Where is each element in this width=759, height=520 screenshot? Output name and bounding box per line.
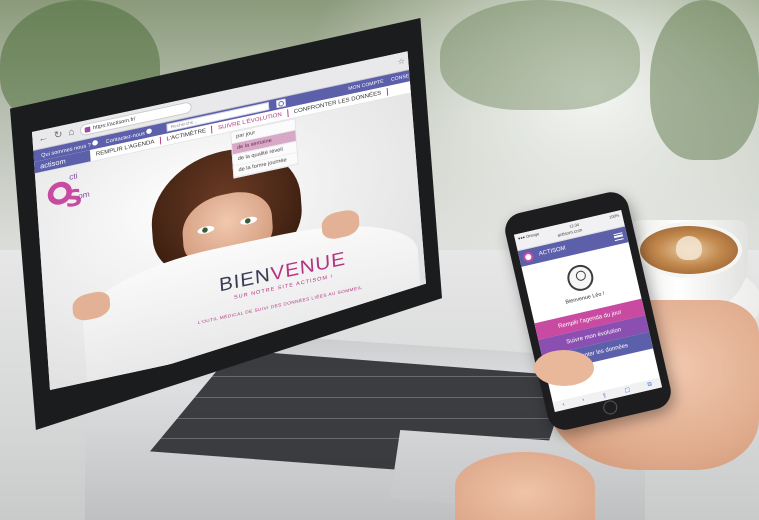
share-icon[interactable]: ⇪ [601, 391, 608, 399]
star-icon[interactable]: ☆ [397, 56, 405, 67]
plant-foliage [650, 0, 759, 160]
phone-header-title: ACTISOM [538, 245, 567, 258]
hamburger-menu-icon[interactable] [613, 231, 624, 241]
typing-hand [455, 452, 595, 520]
back-icon[interactable]: ‹ [562, 402, 565, 408]
phone-welcome-text: Bienvenue Léo ! [564, 290, 606, 306]
check-icon [146, 127, 153, 134]
search-icon[interactable] [276, 98, 287, 109]
tabs-icon[interactable]: ⧉ [647, 381, 653, 389]
plant-foliage [440, 0, 640, 110]
home-icon[interactable]: ⌂ [68, 126, 75, 138]
thumb [534, 350, 594, 386]
lock-icon [84, 126, 91, 133]
forward-icon[interactable]: › [582, 397, 585, 403]
reload-icon[interactable]: ↻ [54, 129, 63, 141]
bookmarks-icon[interactable]: ☐ [624, 386, 631, 394]
actisom-logo-icon[interactable] [522, 251, 535, 264]
avatar[interactable] [564, 261, 596, 293]
phone-home-button[interactable] [601, 399, 619, 416]
url-text: https://actisom.fr/ [92, 116, 136, 131]
latte-art-heart [676, 236, 702, 260]
check-icon [92, 139, 99, 146]
arrow-left-icon[interactable]: ← [38, 132, 49, 145]
